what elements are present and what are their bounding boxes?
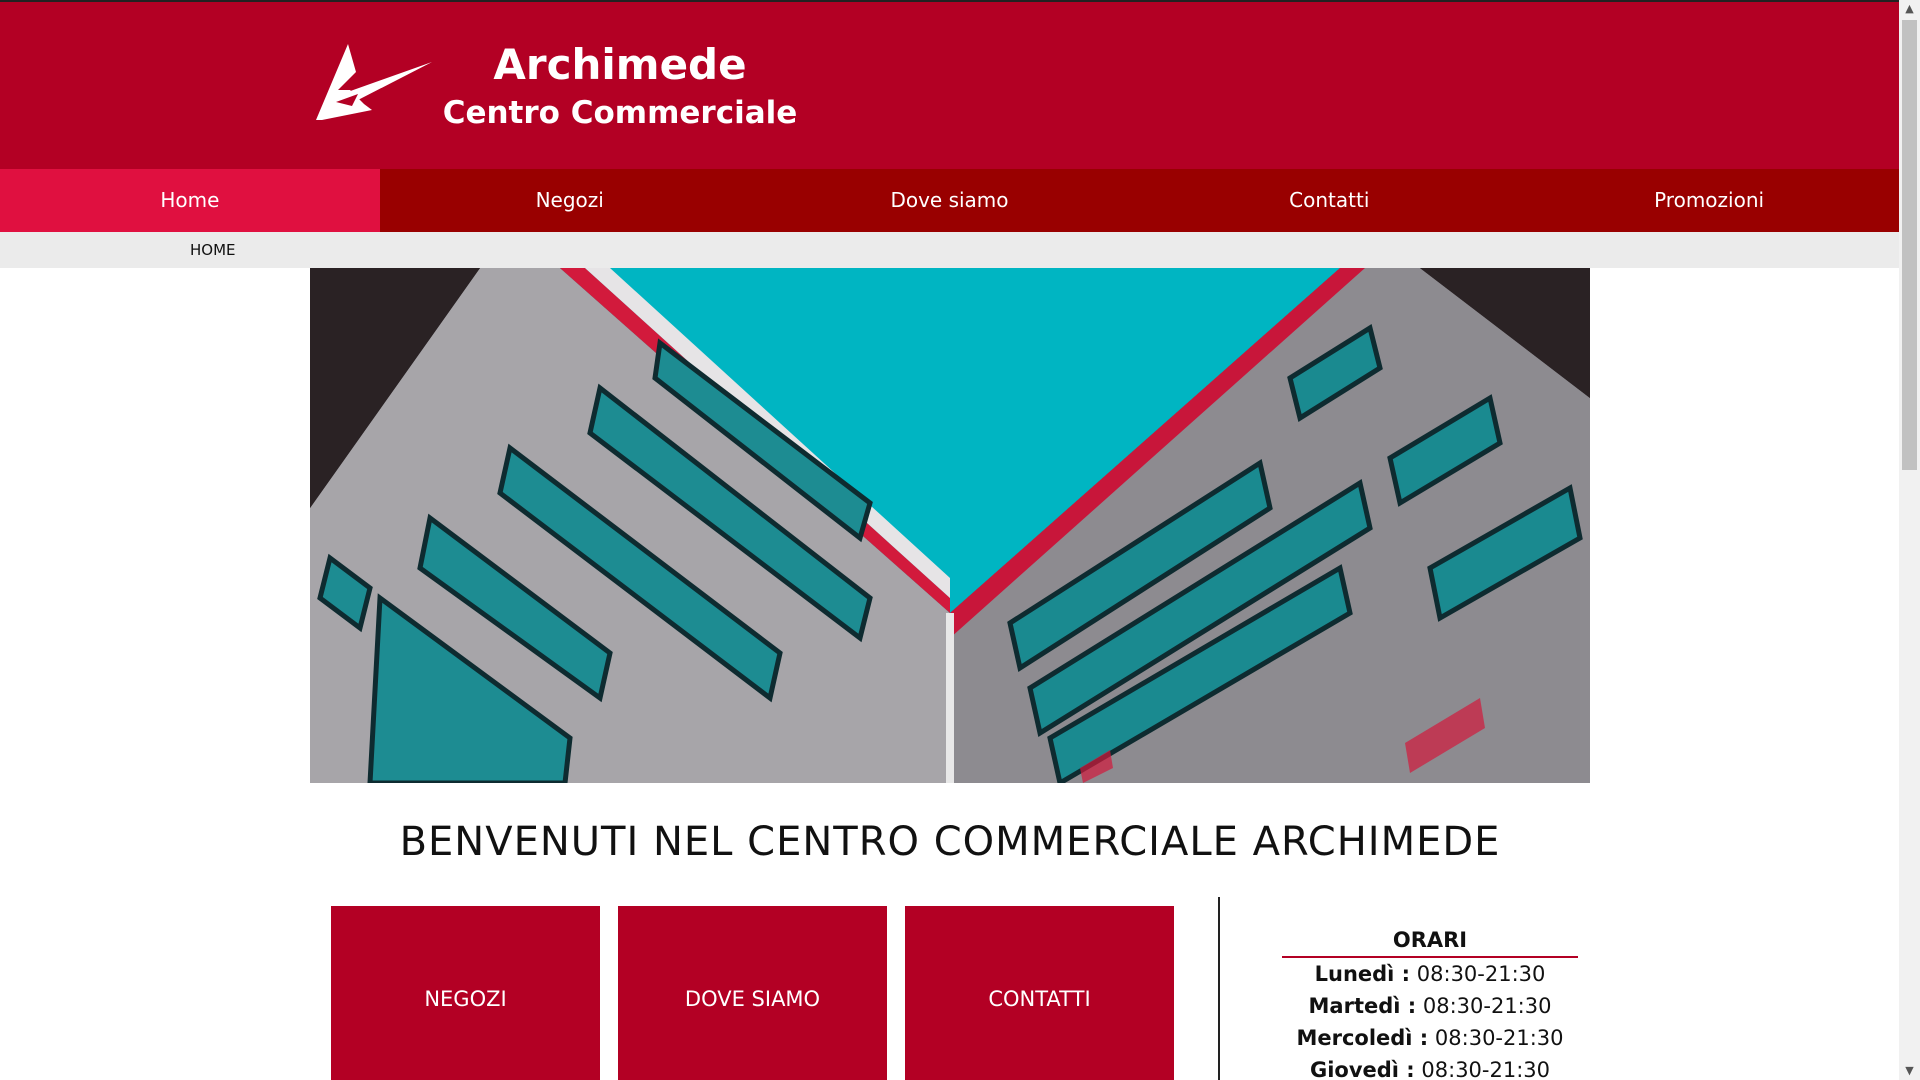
hours-title: ORARI	[1282, 924, 1578, 958]
nav-dove-siamo[interactable]: Dove siamo	[760, 169, 1140, 232]
nav-negozi[interactable]: Negozi	[380, 169, 760, 232]
tile-negozi-label: NEGOZI	[424, 986, 507, 1011]
hours-time: 08:30-21:30	[1422, 994, 1552, 1018]
hours-day: Martedì :	[1308, 994, 1417, 1018]
section-divider	[1218, 897, 1220, 1080]
tile-dove-siamo[interactable]: DOVE SIAMO	[618, 906, 887, 1080]
tile-contatti-label: CONTATTI	[988, 986, 1091, 1011]
page: Archimede Centro Commerciale Home Negozi…	[0, 0, 1899, 1080]
hours-row: Mercoledì : 08:30-21:30	[1282, 1022, 1578, 1054]
hero-image	[310, 268, 1590, 783]
hero-photo	[310, 268, 1590, 783]
hours-time: 08:30-21:30	[1434, 1026, 1564, 1050]
hours-day: Mercoledì :	[1296, 1026, 1429, 1050]
hours-panel: ORARI Lunedì : 08:30-21:30 Martedì : 08:…	[1282, 924, 1578, 1080]
hours-day: Giovedì :	[1309, 1058, 1415, 1080]
nav-contatti[interactable]: Contatti	[1139, 169, 1519, 232]
tile-contatti[interactable]: CONTATTI	[905, 906, 1174, 1080]
welcome-heading: BENVENUTI NEL CENTRO COMMERCIALE ARCHIME…	[399, 819, 1501, 865]
brand-subtitle: Centro Commerciale	[442, 95, 798, 131]
hours-time: 08:30-21:30	[1416, 962, 1546, 986]
tile-negozi[interactable]: NEGOZI	[331, 906, 600, 1080]
hours-day: Lunedì :	[1314, 962, 1411, 986]
hours-row: Lunedì : 08:30-21:30	[1282, 958, 1578, 990]
site-header: Archimede Centro Commerciale	[0, 0, 1899, 169]
brand-title: Archimede	[493, 40, 747, 89]
nav-promozioni[interactable]: Promozioni	[1519, 169, 1899, 232]
archimede-logo-icon[interactable]	[312, 42, 432, 124]
tile-dove-siamo-label: DOVE SIAMO	[684, 986, 821, 1011]
hours-time: 08:30-21:30	[1421, 1058, 1551, 1080]
chevron-down-icon[interactable]: ▼	[1899, 1062, 1920, 1080]
main-nav: Home Negozi Dove siamo Contatti Promozio…	[0, 169, 1899, 232]
breadcrumb-current[interactable]: HOME	[190, 232, 236, 268]
chevron-up-icon[interactable]: ▲	[1899, 0, 1920, 18]
breadcrumb: HOME	[0, 232, 1899, 268]
hours-row: Martedì : 08:30-21:30	[1282, 990, 1578, 1022]
page-scrollbar[interactable]: ▲ ▼	[1899, 0, 1920, 1080]
scrollbar-thumb[interactable]	[1902, 20, 1917, 470]
nav-home[interactable]: Home	[0, 169, 380, 232]
hours-row: Giovedì : 08:30-21:30	[1282, 1054, 1578, 1080]
